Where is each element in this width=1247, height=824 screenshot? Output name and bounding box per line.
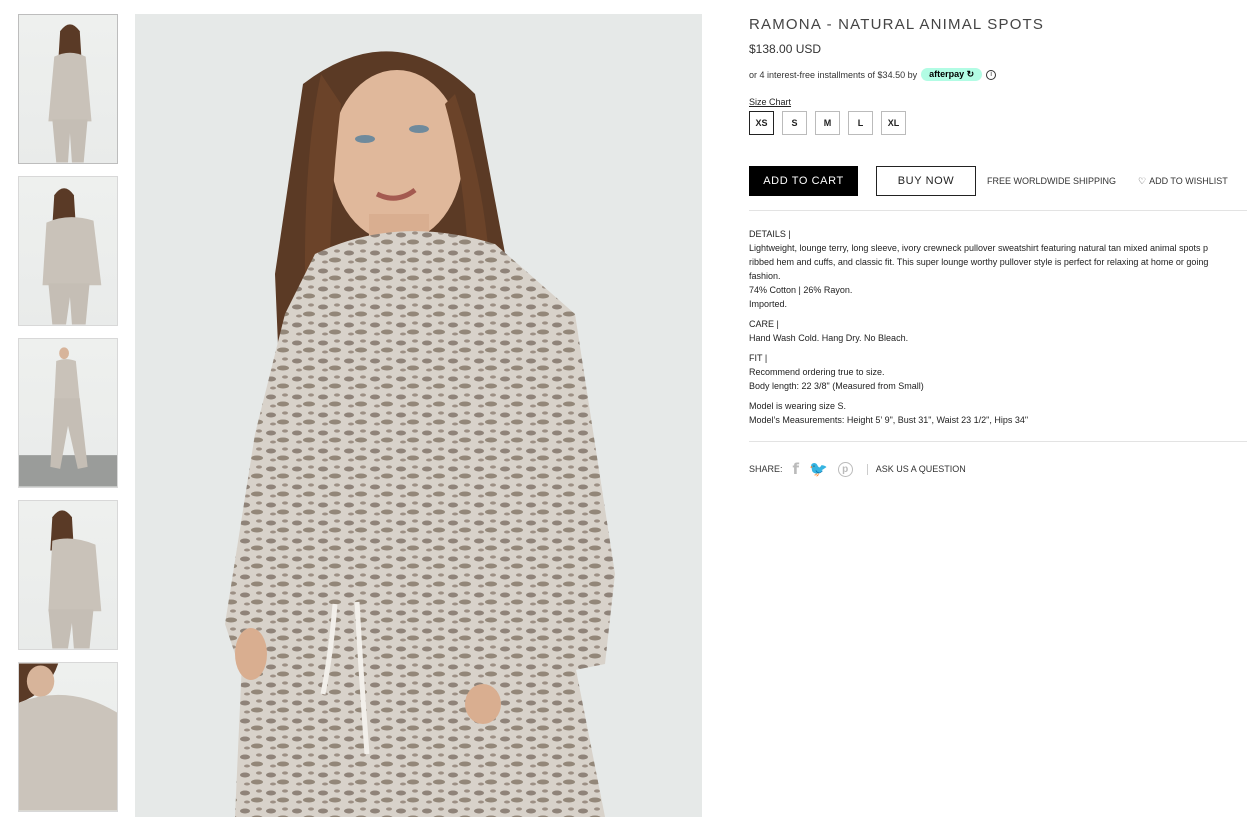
product-price: $138.00 USD xyxy=(749,42,822,56)
size-selector: XS S M L XL xyxy=(749,111,1247,135)
share-divider xyxy=(866,463,868,475)
care-heading: CARE | xyxy=(749,319,779,329)
thumbnail-5[interactable] xyxy=(18,662,118,812)
thumbnail-1[interactable] xyxy=(18,14,118,164)
fit-heading: FIT | xyxy=(749,353,768,363)
afterpay-logo[interactable]: afterpay ↻ xyxy=(921,68,983,81)
installments-line: or 4 interest-free installments of $34.5… xyxy=(749,68,1247,81)
thumbnail-gallery xyxy=(18,14,120,824)
fabric-text: 74% Cotton | 26% Rayon. xyxy=(749,285,853,295)
size-option-xs[interactable]: XS xyxy=(749,111,774,135)
share-label: SHARE: xyxy=(749,464,783,474)
details-text-2: ribbed hem and cuffs, and classic fit. T… xyxy=(749,257,1209,267)
afterpay-label: afterpay xyxy=(929,69,965,79)
divider xyxy=(749,441,1247,442)
model-full-body-thumbnail xyxy=(19,347,117,487)
pinterest-icon[interactable]: p xyxy=(837,461,853,477)
thumbnail-2[interactable] xyxy=(18,176,118,326)
divider xyxy=(749,210,1247,211)
size-option-xl[interactable]: XL xyxy=(881,111,906,135)
fit-text: Recommend ordering true to size. xyxy=(749,367,885,377)
care-section: CARE | Hand Wash Cold. Hang Dry. No Blea… xyxy=(749,317,1247,345)
care-text: Hand Wash Cold. Hang Dry. No Bleach. xyxy=(749,333,909,343)
size-option-s[interactable]: S xyxy=(782,111,807,135)
add-to-wishlist-link[interactable]: ♡ ADD TO WISHLIST xyxy=(1138,176,1228,187)
share-bar: SHARE: f 🐦 p ASK US A QUESTION xyxy=(749,460,1247,478)
model-side-thumbnail xyxy=(48,510,102,649)
product-description: DETAILS | Lightweight, lounge terry, lon… xyxy=(749,227,1247,427)
details-text-3: fashion. xyxy=(749,271,781,281)
details-heading: DETAILS | xyxy=(749,229,791,239)
fit-section: FIT | Recommend ordering true to size. B… xyxy=(749,351,1247,393)
model-closeup-thumbnail xyxy=(19,663,117,811)
facebook-icon[interactable]: f xyxy=(793,460,800,478)
size-option-l[interactable]: L xyxy=(848,111,873,135)
installments-text: or 4 interest-free installments of $34.5… xyxy=(749,69,918,80)
free-shipping-text: FREE WORLDWIDE SHIPPING xyxy=(987,176,1117,186)
model-photo xyxy=(135,14,702,817)
model-pose-thumbnail xyxy=(42,188,102,325)
heart-icon: ♡ xyxy=(1138,175,1147,186)
details-section: DETAILS | Lightweight, lounge terry, lon… xyxy=(749,227,1247,311)
product-info-panel: RAMONA - NATURAL ANIMAL SPOTS $138.00 US… xyxy=(749,14,1247,478)
model-measurements-text: Model’s Measurements: Height 5’ 9", Bust… xyxy=(749,415,1029,425)
buy-now-button[interactable]: BUY NOW xyxy=(876,166,976,196)
ask-question-link[interactable]: ASK US A QUESTION xyxy=(876,464,966,474)
info-icon[interactable]: i xyxy=(986,69,997,80)
body-length-text: Body length: 22 3/8" (Measured from Smal… xyxy=(749,381,924,391)
size-chart-link[interactable]: Size Chart xyxy=(749,97,1247,107)
purchase-actions: ADD TO CART BUY NOW FREE WORLDWIDE SHIPP… xyxy=(749,166,1247,196)
size-option-m[interactable]: M xyxy=(815,111,840,135)
thumbnail-4[interactable] xyxy=(18,500,118,650)
origin-text: Imported. xyxy=(749,299,788,309)
product-title: RAMONA - NATURAL ANIMAL SPOTS xyxy=(749,16,1045,33)
details-text: Lightweight, lounge terry, long sleeve, … xyxy=(749,243,1209,253)
model-front-full-thumbnail xyxy=(48,24,92,163)
model-section: Model is wearing size S. Model’s Measure… xyxy=(749,399,1247,427)
thumbnail-3[interactable] xyxy=(18,338,118,488)
add-to-cart-button[interactable]: ADD TO CART xyxy=(749,166,858,196)
twitter-icon[interactable]: 🐦 xyxy=(809,460,828,478)
model-size-text: Model is wearing size S. xyxy=(749,401,847,411)
wishlist-label: ADD TO WISHLIST xyxy=(1149,176,1228,186)
main-product-image[interactable] xyxy=(135,14,702,817)
